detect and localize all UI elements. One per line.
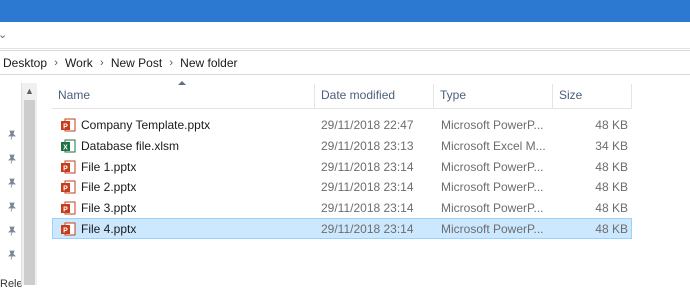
file-type: Microsoft PowerP...	[441, 159, 544, 174]
window-titlebar	[0, 0, 690, 22]
file-row[interactable]: P File 3.pptx 29/11/2018 23:14 Microsoft…	[52, 197, 632, 218]
file-date-modified: 29/11/2018 23:14	[321, 159, 414, 174]
column-header-row: Name Date modified Type Size	[52, 84, 632, 109]
file-name: Database file.xlsm	[81, 138, 180, 153]
breadcrumb-chevron-icon[interactable]: ›	[164, 57, 178, 69]
file-name: File 3.pptx	[81, 201, 137, 216]
column-header-type[interactable]: Type	[434, 84, 553, 108]
ribbon-bar: ⌄	[0, 22, 690, 49]
svg-text:P: P	[63, 186, 68, 193]
file-name: File 2.pptx	[81, 180, 137, 195]
powerpoint-icon: P	[61, 180, 76, 194]
powerpoint-icon: P	[61, 160, 76, 174]
breadcrumb-chevron-icon[interactable]: ›	[95, 57, 109, 69]
powerpoint-icon: P	[61, 201, 76, 215]
pin-icon[interactable]	[7, 250, 17, 260]
breadcrumb: Desktop › Work › New Post › New folder	[1, 56, 240, 70]
pin-icon[interactable]	[7, 130, 17, 140]
scroll-up-arrow-icon[interactable]: ▲	[22, 83, 37, 99]
file-size: 48 KB	[595, 201, 628, 216]
pin-icon[interactable]	[7, 154, 17, 164]
pin-icon[interactable]	[7, 202, 17, 212]
file-type: Microsoft PowerP...	[441, 180, 544, 195]
svg-text:X: X	[63, 144, 68, 151]
breadcrumb-desktop[interactable]: Desktop	[1, 56, 49, 70]
file-name: Company Template.pptx	[81, 118, 211, 132]
breadcrumb-work[interactable]: Work	[63, 56, 95, 70]
file-size: 48 KB	[595, 159, 628, 174]
navigation-pane	[0, 80, 20, 285]
ribbon-expand-chevron-icon[interactable]: ⌄	[0, 28, 7, 41]
column-header-name[interactable]: Name	[52, 84, 315, 108]
column-header-size[interactable]: Size	[553, 84, 632, 108]
pin-icon[interactable]	[7, 178, 17, 188]
pin-icon[interactable]	[7, 226, 17, 236]
breadcrumb-new-folder[interactable]: New folder	[178, 56, 239, 70]
breadcrumb-new-post[interactable]: New Post	[109, 56, 164, 70]
nav-item-label[interactable]: Rele	[0, 278, 23, 290]
file-row[interactable]: P File 1.pptx 29/11/2018 23:14 Microsoft…	[52, 156, 632, 177]
file-type: Microsoft Excel M...	[441, 138, 546, 153]
address-bar[interactable]: Desktop › Work › New Post › New folder	[0, 50, 690, 75]
column-header-date-modified[interactable]: Date modified	[315, 84, 434, 108]
file-size: 48 KB	[595, 221, 628, 236]
file-size: 34 KB	[595, 138, 628, 153]
file-date-modified: 29/11/2018 23:14	[321, 201, 414, 216]
file-name: File 4.pptx	[81, 221, 137, 236]
file-list-pane: Name Date modified Type Size P Company T…	[38, 76, 690, 285]
nav-pane-scrollbar[interactable]: ▲	[21, 83, 37, 285]
breadcrumb-chevron-icon[interactable]: ›	[49, 57, 63, 69]
powerpoint-icon: P	[61, 222, 76, 236]
file-date-modified: 29/11/2018 23:14	[321, 221, 414, 236]
svg-text:P: P	[63, 165, 68, 172]
scrollbar-thumb[interactable]	[24, 100, 35, 285]
powerpoint-icon: P	[61, 118, 76, 132]
svg-text:P: P	[63, 207, 68, 214]
svg-text:P: P	[63, 124, 68, 131]
svg-text:P: P	[63, 227, 68, 234]
file-size: 48 KB	[595, 180, 628, 195]
file-date-modified: 29/11/2018 23:14	[321, 180, 414, 195]
file-type: Microsoft PowerP...	[441, 201, 544, 216]
file-name: File 1.pptx	[81, 159, 137, 174]
file-row-selected[interactable]: P File 4.pptx 29/11/2018 23:14 Microsoft…	[52, 217, 632, 239]
file-type: Microsoft PowerP...	[441, 118, 544, 132]
file-row[interactable]: X Database file.xlsm 29/11/2018 23:13 Mi…	[52, 135, 632, 156]
excel-icon: X	[61, 139, 76, 153]
file-list: P Company Template.pptx 29/11/2018 22:47…	[52, 114, 632, 239]
file-row[interactable]: P Company Template.pptx 29/11/2018 22:47…	[52, 114, 632, 135]
file-date-modified: 29/11/2018 22:47	[321, 118, 414, 132]
file-date-modified: 29/11/2018 23:13	[321, 138, 414, 153]
file-row[interactable]: P File 2.pptx 29/11/2018 23:14 Microsoft…	[52, 176, 632, 197]
file-type: Microsoft PowerP...	[441, 221, 544, 236]
file-size: 48 KB	[595, 118, 628, 132]
